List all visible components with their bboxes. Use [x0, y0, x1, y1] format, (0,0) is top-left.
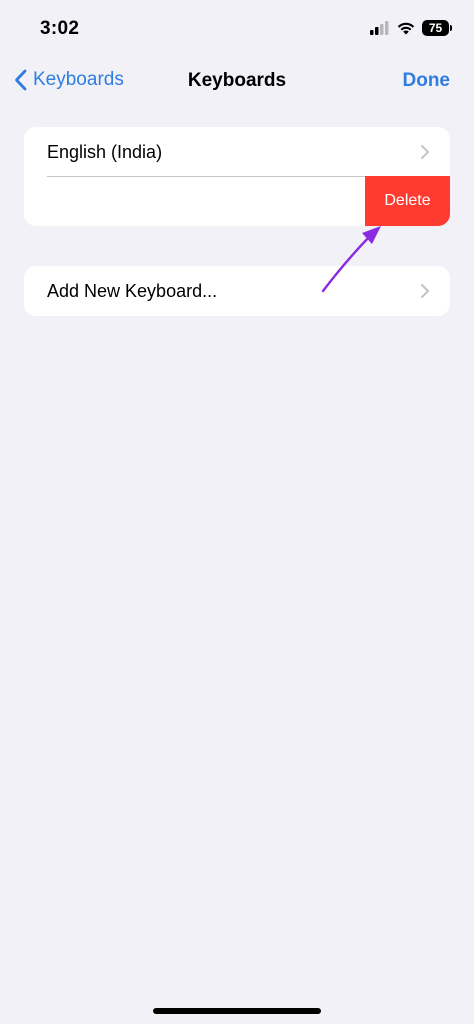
add-new-keyboard-label: Add New Keyboard...: [47, 280, 218, 301]
status-bar: 3:02 75: [0, 0, 474, 56]
row-separator: [47, 176, 388, 177]
battery-level: 75: [428, 21, 443, 35]
status-time: 3:02: [40, 18, 80, 39]
navigation-bar: Keyboards Keyboards Done: [0, 58, 474, 104]
keyboard-label: English (India): [47, 141, 163, 162]
home-indicator[interactable]: [153, 1008, 321, 1014]
delete-button[interactable]: Delete: [365, 176, 450, 226]
keyboard-row-english-india[interactable]: English (India): [24, 127, 450, 177]
chevron-right-icon: [421, 284, 429, 298]
battery-tip: [450, 25, 452, 31]
keyboards-list: English (India) Delete: [24, 127, 450, 226]
done-button[interactable]: Done: [403, 70, 451, 92]
swiped-row: Delete: [24, 176, 450, 226]
chevron-right-icon: [421, 145, 429, 159]
battery-icon: 75: [422, 20, 449, 36]
add-new-keyboard-row[interactable]: Add New Keyboard...: [24, 266, 450, 316]
cellular-signal-icon: [370, 21, 389, 35]
add-keyboard-group: Add New Keyboard...: [24, 266, 450, 316]
status-icons: 75: [370, 20, 452, 36]
wifi-icon: [397, 22, 415, 35]
